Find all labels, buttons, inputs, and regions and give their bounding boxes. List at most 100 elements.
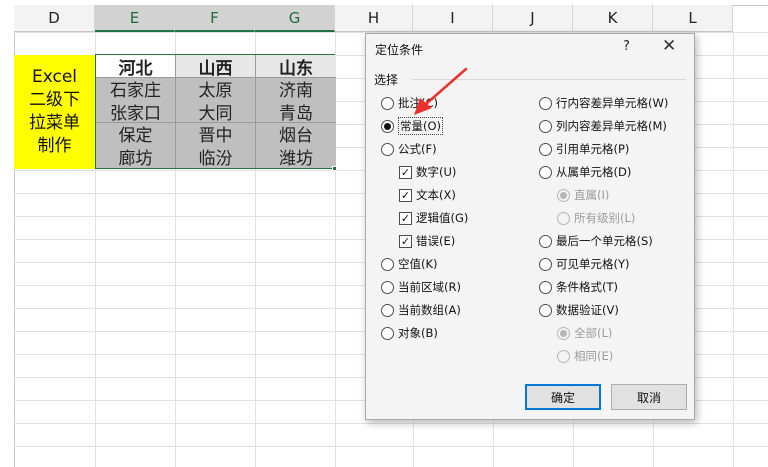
radio-option[interactable]: 行内容差异单元格(W) <box>539 94 668 112</box>
table-cell[interactable]: 大同 <box>176 100 256 124</box>
radio-option[interactable]: 数据验证(V) <box>539 301 619 319</box>
radio-option[interactable]: 当前区域(R) <box>381 278 461 296</box>
option-label: 批注(C) <box>398 96 439 110</box>
option-label: 从属单元格(D) <box>556 165 632 179</box>
table-header-cell[interactable]: 山东 <box>256 55 336 79</box>
radio-icon[interactable] <box>381 280 394 294</box>
cancel-button[interactable]: 取消 <box>611 384 687 410</box>
option-label: 公式(F) <box>398 142 437 156</box>
table-cell[interactable]: 济南 <box>256 77 336 101</box>
grid-vline <box>733 32 734 467</box>
radio-option[interactable]: 常量(O) <box>381 117 444 135</box>
checkbox-option[interactable]: ✓ 逻辑值(G) <box>399 209 468 227</box>
table-cell[interactable]: 临汾 <box>176 145 256 169</box>
merged-title-cell[interactable]: Excel 二级下 拉菜单 制作 <box>14 55 95 169</box>
checkbox-option[interactable]: ✓ 数字(U) <box>399 163 456 181</box>
column-header-l[interactable]: L <box>653 5 733 32</box>
column-header-k[interactable]: K <box>573 5 653 32</box>
radio-icon[interactable] <box>539 234 552 248</box>
radio-icon <box>557 349 570 363</box>
radio-option: 全部(L) <box>557 324 612 342</box>
radio-icon <box>557 188 570 202</box>
column-header-i[interactable]: I <box>413 5 493 32</box>
table-cell[interactable]: 潍坊 <box>256 145 336 169</box>
column-header-f[interactable]: F <box>175 5 255 32</box>
radio-icon[interactable] <box>539 165 552 179</box>
table-cell[interactable]: 廊坊 <box>96 145 176 169</box>
table-cell[interactable]: 晋中 <box>176 122 256 146</box>
checkbox-icon[interactable]: ✓ <box>399 188 412 202</box>
option-label: 文本(X) <box>416 188 456 202</box>
radio-icon[interactable] <box>539 257 552 271</box>
checkbox-icon[interactable]: ✓ <box>399 234 412 248</box>
option-label: 直属(I) <box>574 188 610 202</box>
option-label: 引用单元格(P) <box>556 142 630 156</box>
option-label: 当前区域(R) <box>398 280 461 294</box>
close-icon[interactable]: ✕ <box>662 36 676 56</box>
option-label: 相同(E) <box>574 349 614 363</box>
column-header-d[interactable]: D <box>14 5 95 32</box>
checkbox-icon[interactable]: ✓ <box>399 165 412 179</box>
radio-icon[interactable] <box>381 119 394 133</box>
radio-option[interactable]: 对象(B) <box>381 324 438 342</box>
go-to-special-dialog: 定位条件 ? ✕ 选择 批注(C) 常量(O) 公式(F) ✓ 数字(U) ✓ 文本(X) ✓… <box>365 33 695 420</box>
merged-title-line: Excel <box>31 67 78 87</box>
option-label: 数据验证(V) <box>556 303 619 317</box>
table-cell[interactable]: 烟台 <box>256 122 336 146</box>
section-divider <box>412 79 686 80</box>
ok-button[interactable]: 确定 <box>525 384 601 410</box>
fill-handle[interactable] <box>332 166 337 171</box>
radio-option[interactable]: 从属单元格(D) <box>539 163 631 181</box>
selected-range-table[interactable]: 河北 山西 山东石家庄 太原 济南张家口 大同 青岛保定 晋中 烟台廊坊 临汾 潍坊 <box>95 54 336 169</box>
option-label: 可见单元格(Y) <box>556 257 630 271</box>
radio-icon[interactable] <box>539 303 552 317</box>
table-cell[interactable]: 张家口 <box>96 100 176 124</box>
grid-hline <box>14 423 768 424</box>
option-label: 最后一个单元格(S) <box>556 234 653 248</box>
column-header-h[interactable]: H <box>335 5 413 32</box>
radio-icon[interactable] <box>539 280 552 294</box>
radio-dot <box>384 122 391 130</box>
option-label: 空值(K) <box>398 257 438 271</box>
radio-option[interactable]: 空值(K) <box>381 255 438 273</box>
radio-icon[interactable] <box>381 142 394 156</box>
checkbox-option[interactable]: ✓ 错误(E) <box>399 232 455 250</box>
radio-icon[interactable] <box>539 96 552 110</box>
merged-title-line: 制作 <box>37 136 72 156</box>
column-header-g[interactable]: G <box>255 5 335 32</box>
radio-option[interactable]: 批注(C) <box>381 94 438 112</box>
checkbox-option[interactable]: ✓ 文本(X) <box>399 186 456 204</box>
radio-icon[interactable] <box>539 119 552 133</box>
radio-option[interactable]: 公式(F) <box>381 140 437 158</box>
radio-icon[interactable] <box>381 326 394 340</box>
radio-option[interactable]: 条件格式(T) <box>539 278 618 296</box>
radio-option: 所有级别(L) <box>557 209 635 227</box>
radio-option[interactable]: 可见单元格(Y) <box>539 255 630 273</box>
column-header-e[interactable]: E <box>95 5 175 32</box>
radio-option[interactable]: 引用单元格(P) <box>539 140 629 158</box>
radio-icon <box>557 326 570 340</box>
radio-icon[interactable] <box>539 142 552 156</box>
section-label: 选择 <box>374 73 399 87</box>
option-label: 数字(U) <box>416 165 457 179</box>
table-header-cell[interactable]: 山西 <box>176 55 256 79</box>
help-button[interactable]: ? <box>623 39 630 54</box>
radio-option: 直属(I) <box>557 186 609 204</box>
table-cell[interactable]: 石家庄 <box>96 77 176 101</box>
radio-option[interactable]: 最后一个单元格(S) <box>539 232 653 250</box>
checkbox-icon[interactable]: ✓ <box>399 211 412 225</box>
radio-option: 相同(E) <box>557 347 613 365</box>
table-cell[interactable]: 保定 <box>96 122 176 146</box>
table-cell[interactable]: 青岛 <box>256 100 336 124</box>
radio-icon[interactable] <box>381 96 394 110</box>
dialog-title: 定位条件 <box>375 43 424 57</box>
table-header-cell[interactable]: 河北 <box>96 55 176 79</box>
table-cell[interactable]: 太原 <box>176 77 256 101</box>
excel-window: DEFGHIJKL Excel 二级下 拉菜单 制作 河北 山西 山东石家庄 太原 济南… <box>0 0 768 467</box>
merged-title-line: 拉菜单 <box>29 113 80 133</box>
radio-option[interactable]: 当前数组(A) <box>381 301 461 319</box>
radio-icon[interactable] <box>381 303 394 317</box>
radio-option[interactable]: 列内容差异单元格(M) <box>539 117 667 135</box>
radio-icon[interactable] <box>381 257 394 271</box>
column-header-j[interactable]: J <box>493 5 573 32</box>
